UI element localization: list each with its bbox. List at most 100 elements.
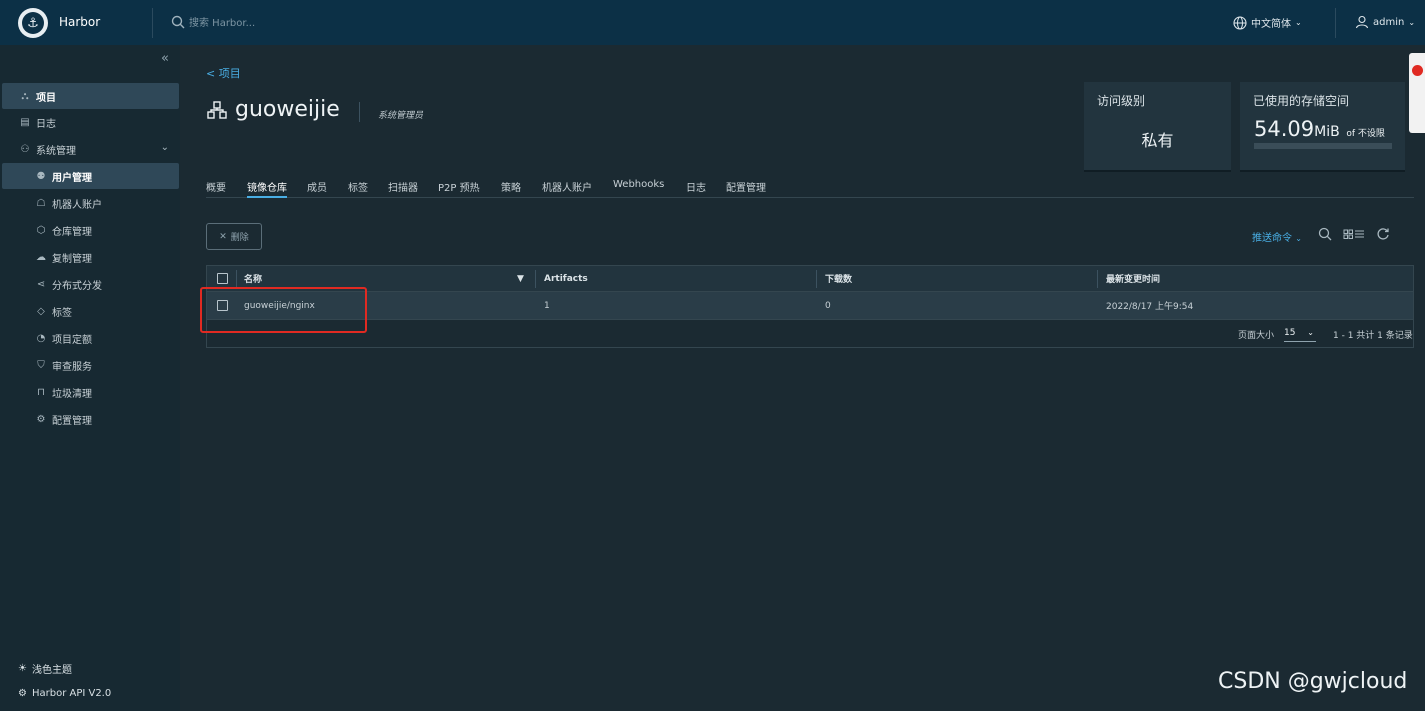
search-icon[interactable] (1318, 227, 1332, 241)
api-explorer-link[interactable]: ⚙ Harbor API V2.0 (18, 688, 111, 699)
header-divider (1335, 8, 1336, 38)
repositories-table: 名称 ▼ Artifacts 下载数 最新变更时间 guoweijie/ngin… (206, 265, 1414, 348)
sidebar-item-robot-accounts[interactable]: ☖ 机器人账户 (2, 190, 179, 216)
sidebar-item-gc[interactable]: ⊓ 垃圾清理 (2, 379, 179, 405)
top-navbar: ⚓ Harbor 搜索 Harbor... 中文简体 ⌄ admin ⌄ (0, 0, 1425, 45)
sidebar-item-label: 项目定额 (52, 334, 92, 346)
theme-toggle[interactable]: ☀ 浅色主题 (18, 661, 72, 676)
sidebar-item-users[interactable]: ⚉ 用户管理 (2, 163, 179, 189)
push-command-dropdown[interactable]: 推送命令 ⌄ (1252, 229, 1302, 244)
page-size-label: 页面大小 (1238, 331, 1275, 341)
push-command-label: 推送命令 (1252, 233, 1292, 244)
header-divider (152, 8, 153, 38)
language-selector[interactable]: 中文简体 ⌄ (1233, 15, 1302, 30)
header-updated[interactable]: 最新变更时间 (1106, 266, 1160, 291)
tab-logs[interactable]: 日志 (686, 179, 706, 198)
tab-robot-accounts[interactable]: 机器人账户 (542, 179, 592, 198)
storage-value: 54.09 (1254, 117, 1315, 141)
sidebar-item-administration[interactable]: ⚇ 系统管理 ⌄ (2, 136, 179, 162)
sidebar-item-replications[interactable]: ☁ 复制管理 (2, 244, 179, 270)
watermark: CSDN @gwjcloud (1218, 669, 1408, 694)
project-icon (207, 100, 227, 119)
gear-icon: ⚙ (36, 413, 46, 425)
page-size-select[interactable]: 15 ⌄ (1284, 328, 1316, 342)
sidebar-item-label: 标签 (52, 307, 72, 319)
stop-icon (1412, 65, 1423, 76)
distribution-icon: ⋖ (36, 278, 46, 290)
sidebar-item-distributions[interactable]: ⋖ 分布式分发 (2, 271, 179, 297)
tab-summary[interactable]: 概要 (206, 179, 226, 198)
collapse-sidebar-icon[interactable]: « (161, 51, 169, 66)
users-icon: ⚉ (36, 170, 46, 182)
page-size-value: 15 (1284, 328, 1296, 338)
access-level-title: 访问级别 (1097, 94, 1146, 108)
title-divider (359, 102, 360, 122)
annotation-highlight-box (200, 287, 367, 333)
storage-unit: MiB (1314, 124, 1340, 140)
sidebar-item-interrogation[interactable]: ⛉ 审查服务 (2, 352, 179, 378)
sidebar-item-label: 分布式分发 (52, 280, 102, 292)
project-tabs: 概要 镜像仓库 成员 标签 扫描器 P2P 预热 策略 机器人账户 Webhoo… (206, 179, 1414, 198)
harbor-logo[interactable]: ⚓ (18, 8, 48, 38)
global-search[interactable]: 搜索 Harbor... (171, 14, 255, 29)
tab-policy[interactable]: 策略 (501, 179, 521, 198)
access-level-card: 访问级别 私有 (1084, 82, 1231, 172)
quota-icon: ◔ (36, 332, 46, 344)
chevron-down-icon: ⌄ (1295, 18, 1302, 27)
view-toggle-icon[interactable] (1343, 227, 1365, 241)
globe-icon (1233, 15, 1247, 30)
sidebar-item-label: 审查服务 (52, 361, 92, 373)
chevron-down-icon: ⌄ (160, 142, 169, 153)
chevron-down-icon: ⌄ (1408, 17, 1416, 27)
sidebar-item-labels[interactable]: ◇ 标签 (2, 298, 179, 324)
page-title: guoweijie (207, 97, 340, 122)
filter-icon[interactable]: ▼ (517, 266, 524, 291)
project-name: guoweijie (235, 97, 340, 122)
user-menu[interactable]: admin ⌄ (1355, 15, 1415, 29)
breadcrumb[interactable]: < 项目 (206, 65, 241, 81)
tab-configuration[interactable]: 配置管理 (726, 179, 766, 198)
api-icon: ⚙ (18, 688, 27, 699)
tab-repositories[interactable]: 镜像仓库 (247, 179, 287, 198)
sidebar-item-label: 项目 (36, 92, 56, 104)
api-label: Harbor API V2.0 (31, 688, 112, 699)
sidebar-item-logs[interactable]: ▤ 日志 (2, 109, 179, 135)
checkbox-box (217, 273, 228, 284)
table-footer: 页面大小 15 ⌄ 1 - 1 共计 1 条记录 (207, 321, 1413, 347)
header-artifacts[interactable]: Artifacts (544, 266, 588, 291)
log-icon: ▤ (20, 116, 30, 128)
delete-label: 删除 (230, 233, 249, 243)
sidebar: « ⛬ 项目 ▤ 日志 ⚇ 系统管理 ⌄ ⚉ 用户管理 ☖ 机器人账户 ⬡ 仓库管理 ☁ 复制… (0, 45, 180, 711)
tab-p2p-preheat[interactable]: P2P 预热 (438, 179, 480, 198)
sidebar-item-registries[interactable]: ⬡ 仓库管理 (2, 217, 179, 243)
tab-labels[interactable]: 标签 (348, 179, 368, 198)
sidebar-item-configuration[interactable]: ⚙ 配置管理 (2, 406, 179, 432)
close-icon: ✕ (219, 231, 227, 242)
refresh-icon[interactable] (1376, 227, 1390, 241)
chevron-down-icon: ⌄ (1307, 328, 1314, 337)
admin-icon: ⚇ (20, 143, 30, 155)
sidebar-item-label: 日志 (36, 118, 56, 130)
sidebar-item-quotas[interactable]: ◔ 项目定额 (2, 325, 179, 351)
storage-title: 已使用的存储空间 (1253, 94, 1350, 108)
shield-icon: ⛉ (37, 359, 45, 371)
header-downloads[interactable]: 下载数 (825, 266, 852, 291)
sidebar-item-projects[interactable]: ⛬ 项目 (2, 83, 179, 109)
replication-icon: ☁ (36, 251, 46, 263)
sidebar-item-label: 复制管理 (52, 253, 92, 265)
tab-members[interactable]: 成员 (307, 179, 327, 198)
brand-name[interactable]: Harbor (59, 15, 100, 29)
pagination-summary: 1 - 1 共计 1 条记录 (1333, 331, 1413, 341)
artifacts-count: 1 (544, 300, 550, 311)
table-row[interactable]: guoweijie/nginx 1 0 2022/8/17 上午9:54 (207, 292, 1413, 320)
storage-usage: 54.09MiB of 不设限 (1254, 117, 1385, 141)
language-label: 中文简体 (1251, 19, 1291, 30)
sidebar-item-label: 机器人账户 (52, 199, 102, 211)
chevron-down-icon: ⌄ (1295, 234, 1302, 243)
delete-button[interactable]: ✕ 删除 (206, 223, 262, 250)
search-placeholder[interactable]: 搜索 Harbor... (189, 14, 255, 29)
tab-scanner[interactable]: 扫描器 (388, 179, 418, 198)
side-widget[interactable] (1409, 53, 1425, 133)
updated-time: 2022/8/17 上午9:54 (1106, 302, 1194, 312)
tab-webhooks[interactable]: Webhooks (613, 179, 664, 198)
